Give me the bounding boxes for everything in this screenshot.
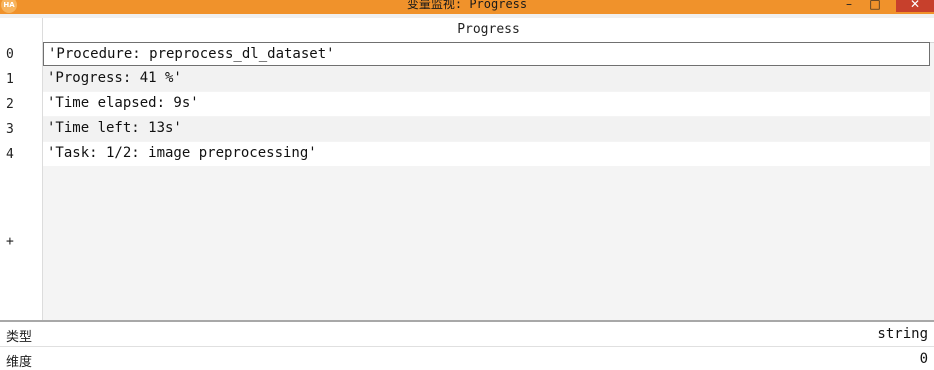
minimize-button[interactable]: – — [842, 0, 856, 12]
info-divider — [0, 346, 934, 347]
maximize-button[interactable]: □ — [868, 0, 882, 12]
list-item[interactable]: 'Procedure: preprocess_dl_dataset' — [43, 42, 930, 66]
dimension-value: 0 — [919, 351, 928, 367]
dimension-label: 维度 — [6, 355, 33, 370]
variable-info-panel: 类型 string 维度 0 — [0, 320, 934, 370]
add-row-button[interactable]: + — [6, 234, 14, 249]
row-index[interactable]: 2 — [6, 97, 14, 112]
variable-monitor-window: HA 变量监视: Progress – □ ✕ 0 1 2 3 4 + Prog… — [0, 0, 934, 370]
row-index[interactable]: 0 — [6, 47, 14, 62]
empty-list-area — [43, 167, 934, 320]
list-item[interactable]: 'Time left: 13s' — [43, 117, 930, 141]
list-item[interactable]: 'Progress: 41 %' — [43, 67, 930, 91]
column-header[interactable]: Progress — [43, 18, 934, 43]
variable-list: 0 1 2 3 4 + Progress 'Procedure: preproc… — [0, 18, 934, 320]
type-label: 类型 — [6, 330, 33, 345]
list-item[interactable]: 'Time elapsed: 9s' — [43, 92, 930, 116]
list-item[interactable]: 'Task: 1/2: image preprocessing' — [43, 142, 930, 166]
type-value: string — [877, 326, 928, 342]
title-bar[interactable]: HA 变量监视: Progress – □ ✕ — [0, 0, 934, 14]
row-index-gutter: 0 1 2 3 4 + — [0, 18, 43, 320]
row-index[interactable]: 4 — [6, 147, 14, 162]
row-index[interactable]: 1 — [6, 72, 14, 87]
window-title: 变量监视: Progress — [406, 0, 528, 11]
row-index[interactable]: 3 — [6, 122, 14, 137]
close-button[interactable]: ✕ — [896, 0, 934, 12]
